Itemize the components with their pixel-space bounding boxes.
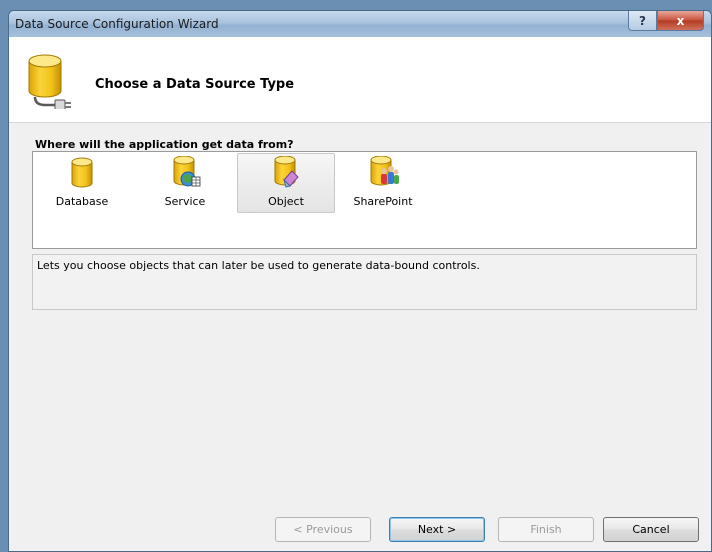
close-icon: x [676,13,685,28]
type-item-service[interactable]: Service [143,153,227,213]
cancel-button[interactable]: Cancel [603,517,699,542]
type-item-database[interactable]: Database [38,153,126,213]
window-title: Data Source Configuration Wizard [15,17,219,31]
type-label-database: Database [55,195,109,208]
title-bar[interactable]: Data Source Configuration Wizard ? x [9,11,711,37]
type-label-sharepoint: SharePoint [353,195,413,208]
type-item-sharepoint[interactable]: SharePoint [345,153,421,213]
description-panel: Lets you choose objects that can later b… [32,254,697,310]
close-button[interactable]: x [657,11,704,31]
help-icon: ? [639,13,646,28]
type-label-service: Service [164,195,206,208]
database-icon [71,157,93,188]
sharepoint-icon [370,156,399,186]
type-label-object: Object [268,195,304,208]
wizard-window: Data Source Configuration Wizard ? x Cho… [8,10,712,552]
help-button[interactable]: ? [628,11,657,31]
type-description: Lets you choose objects that can later b… [37,259,480,272]
data-source-type-list: Database Service Object SharePoint [32,151,697,249]
type-item-object[interactable]: Object [237,153,335,213]
page-title: Choose a Data Source Type [95,77,295,92]
object-icon [274,156,299,188]
previous-button[interactable]: < Previous [275,517,371,542]
next-button[interactable]: Next > [389,517,485,542]
finish-button[interactable]: Finish [498,517,594,542]
source-prompt: Where will the application get data from… [35,138,294,151]
wizard-header: Choose a Data Source Type [9,37,711,123]
service-icon [173,156,201,187]
database-plug-icon [28,54,71,109]
